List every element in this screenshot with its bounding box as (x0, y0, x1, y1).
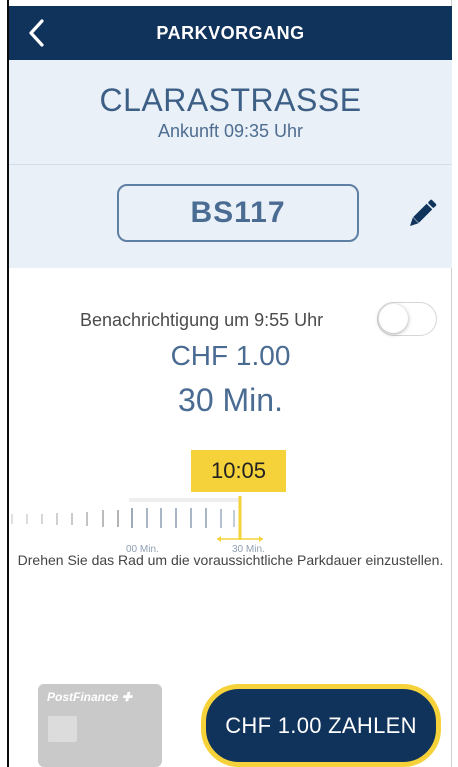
street-name: CLARASTRASSE (99, 82, 362, 118)
page-title: PARKVORGANG (156, 22, 305, 43)
arrival-time: Ankunft 09:35 Uhr (157, 121, 304, 141)
right-edge (451, 0, 458, 767)
pencil-icon[interactable] (404, 196, 440, 232)
range-arrow-right-icon (259, 536, 263, 542)
vehicle-panel: BS117 (9, 165, 452, 268)
postfinance-cross-icon: ✚ (118, 690, 132, 704)
card-chip (48, 716, 77, 742)
wheel-hint: Drehen Sie das Rad um die voraussichtlic… (17, 552, 444, 568)
back-chevron-icon[interactable] (27, 19, 45, 47)
range-arrow-left-icon (217, 536, 221, 542)
notification-toggle[interactable] (377, 302, 437, 336)
toggle-knob (379, 304, 408, 333)
wheel-track (129, 498, 239, 502)
location-panel: CLARASTRASSE Ankunft 09:35 Uhr (9, 60, 452, 165)
parking-duration: 30 Min. (178, 382, 283, 418)
parking-screen: PARKVORGANG CLARASTRASSE Ankunft 09:35 U… (0, 0, 458, 767)
notification-row: Benachrichtigung um 9:55 Uhr (9, 300, 452, 340)
pay-button-label: CHF 1.00 ZAHLEN (225, 712, 417, 738)
top-bar: PARKVORGANG (9, 6, 452, 60)
license-plate[interactable]: BS117 (117, 184, 359, 242)
payment-card[interactable]: PostFinance ✚ (38, 684, 162, 767)
parking-price: CHF 1.00 (170, 340, 291, 371)
notification-label: Benachrichtigung um 9:55 Uhr (80, 310, 324, 330)
duration-wheel[interactable]: 00 Min. 30 Min. (9, 494, 452, 554)
license-plate-text: BS117 (190, 196, 286, 229)
wheel-ticks (11, 508, 235, 528)
end-time-badge: 10:05 (191, 450, 286, 492)
pay-button[interactable]: CHF 1.00 ZAHLEN (201, 684, 441, 767)
end-time-text: 10:05 (210, 458, 267, 483)
card-brand-logo: PostFinance ✚ (47, 690, 132, 704)
